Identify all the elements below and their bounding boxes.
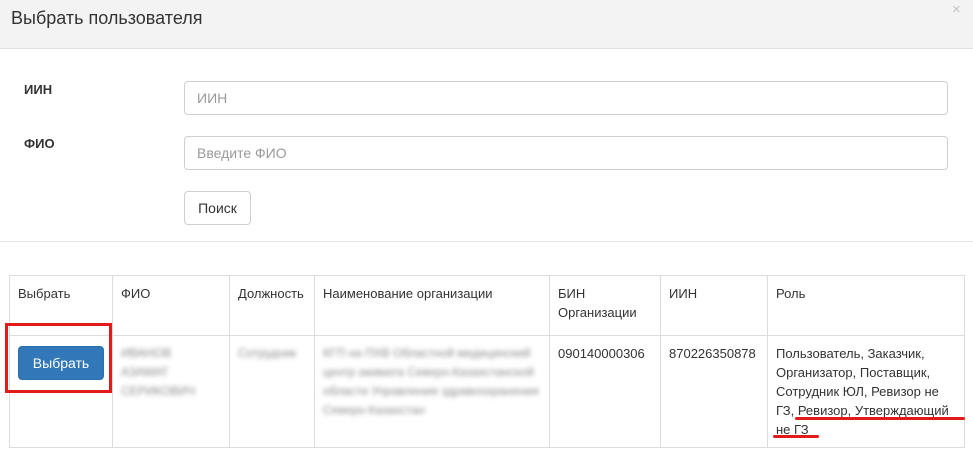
search-button[interactable]: Поиск — [184, 191, 251, 225]
fio-cell: ИВАНОВ АЗАМАТ СЕРИКОВИЧ — [112, 335, 230, 448]
column-header-fio: ФИО — [112, 275, 230, 336]
position-value: Сотрудник — [238, 346, 297, 360]
column-header-select: Выбрать — [9, 275, 113, 336]
table-row: Выбрать ИВАНОВ АЗАМАТ СЕРИКОВИЧ Сотрудни… — [9, 335, 965, 448]
modal-header: Выбрать пользователя × — [0, 0, 973, 49]
iin-label: ИИН — [24, 82, 53, 97]
divider — [0, 241, 973, 242]
column-header-iin: ИИН — [660, 275, 768, 336]
fio-label: ФИО — [24, 136, 55, 151]
users-table: Выбрать ФИО Должность Наименование орган… — [9, 275, 965, 448]
role-cell: Пользователь, Заказчик, Организатор, Пос… — [767, 335, 965, 448]
iin-cell: 870226350878 — [660, 335, 768, 448]
fio-input[interactable] — [184, 136, 948, 170]
table-header-row: Выбрать ФИО Должность Наименование орган… — [9, 275, 965, 336]
iin-input[interactable] — [184, 81, 948, 115]
modal-title: Выбрать пользователя — [11, 8, 203, 28]
column-header-bin: БИН Организации — [549, 275, 661, 336]
position-cell: Сотрудник — [229, 335, 315, 448]
bin-cell: 090140000306 — [549, 335, 661, 448]
fio-value: ИВАНОВ АЗАМАТ СЕРИКОВИЧ — [121, 346, 196, 398]
column-header-organization: Наименование организации — [314, 275, 550, 336]
column-header-position: Должность — [229, 275, 315, 336]
organization-value: КГП на ПХВ Областной медицинский центр а… — [323, 346, 539, 417]
column-header-role: Роль — [767, 275, 965, 336]
close-icon[interactable]: × — [952, 2, 961, 17]
organization-cell: КГП на ПХВ Областной медицинский центр а… — [314, 335, 550, 448]
select-cell: Выбрать — [9, 335, 113, 448]
select-user-button[interactable]: Выбрать — [18, 346, 104, 380]
highlight-underline — [773, 435, 819, 438]
highlight-underline — [795, 417, 965, 420]
